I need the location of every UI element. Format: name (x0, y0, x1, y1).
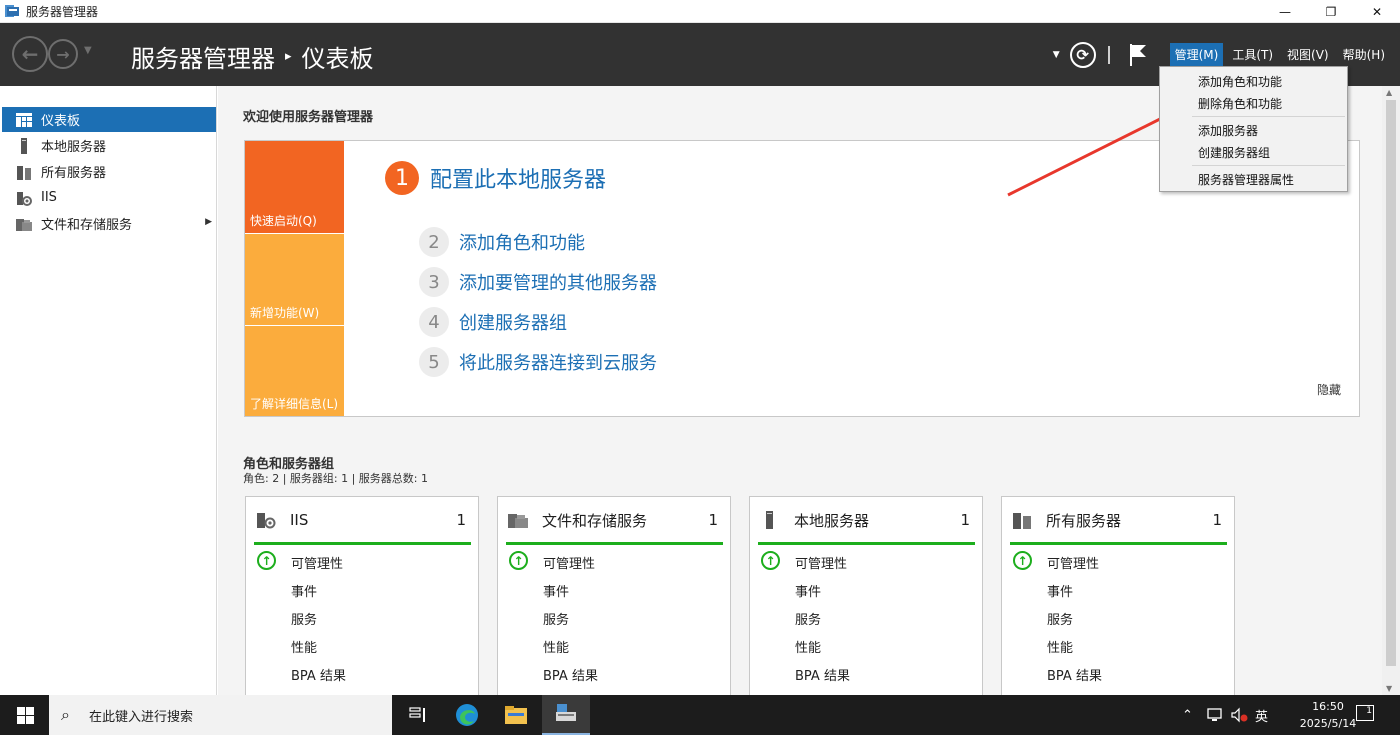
menu-item-properties[interactable]: 服务器管理器属性 (1198, 171, 1294, 188)
show-hidden-icons[interactable]: ⌃ (1182, 695, 1193, 735)
chevron-up-icon: ⌃ (1182, 707, 1193, 723)
ime-indicator[interactable]: 英 (1255, 695, 1268, 735)
taskbar: ⌕ 在此键入进行搜索 ⌃ 英 16:50 2025/5/14 1 (0, 695, 1400, 735)
server-manager-taskbar-icon[interactable] (542, 695, 590, 735)
menu-item-add-servers[interactable]: 添加服务器 (1198, 122, 1258, 139)
windows-start-icon[interactable] (17, 707, 34, 724)
edge-browser-icon[interactable] (443, 695, 491, 735)
search-placeholder: 在此键入进行搜索 (89, 709, 194, 725)
file-explorer-icon[interactable] (492, 695, 540, 735)
network-icon[interactable] (1206, 695, 1224, 735)
taskbar-search-input[interactable]: ⌕ 在此键入进行搜索 (49, 695, 392, 735)
menu-separator (1192, 165, 1345, 166)
search-icon: ⌕ (61, 705, 70, 724)
task-view-icon[interactable] (394, 695, 442, 735)
menu-item-remove-roles[interactable]: 删除角色和功能 (1198, 95, 1282, 112)
volume-muted-icon[interactable] (1230, 695, 1248, 735)
notification-center-icon[interactable]: 1 (1356, 705, 1374, 721)
manage-menu-dropdown: 添加角色和功能 删除角色和功能 添加服务器 创建服务器组 服务器管理器属性 (1159, 66, 1348, 192)
menu-separator (1192, 116, 1345, 117)
menu-item-add-roles[interactable]: 添加角色和功能 (1198, 73, 1282, 90)
menu-item-create-group[interactable]: 创建服务器组 (1198, 144, 1270, 161)
